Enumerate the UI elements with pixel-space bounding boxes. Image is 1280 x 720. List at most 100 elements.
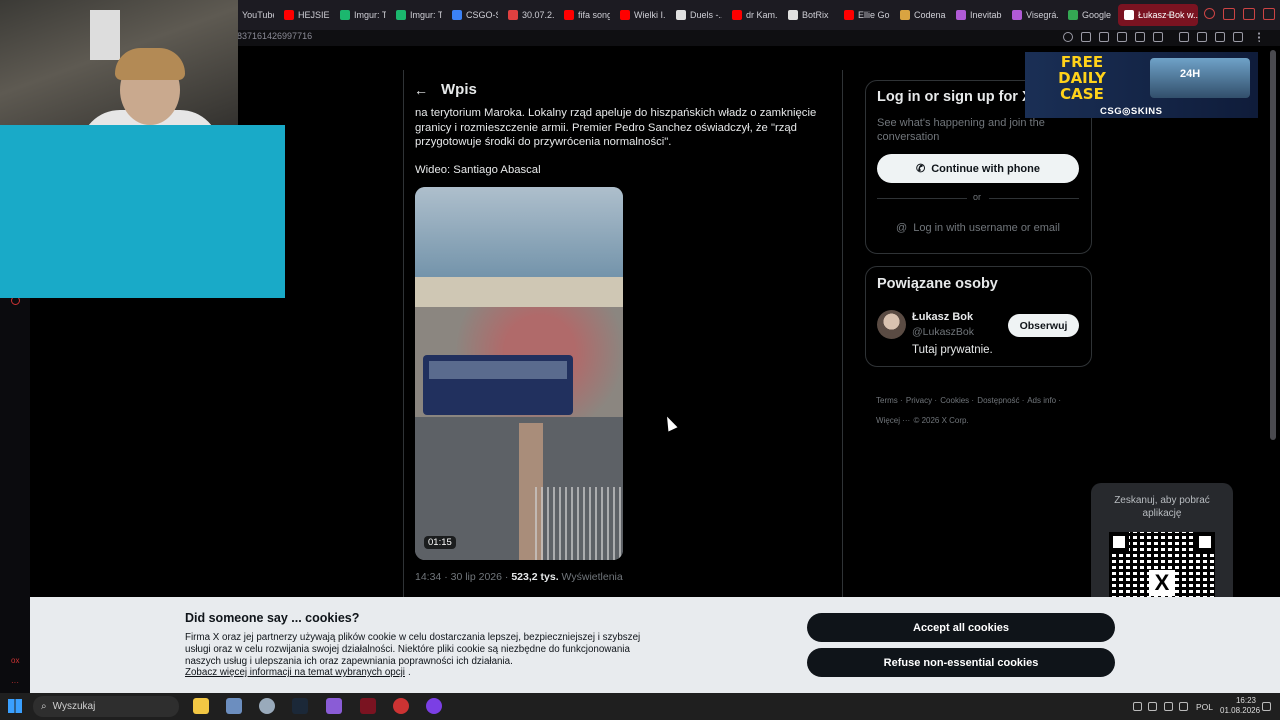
continue-with-phone-button[interactable]: ✆ Continue with phone bbox=[877, 154, 1079, 183]
post-timestamp[interactable]: 14:34 · 30 lip 2026 · bbox=[415, 571, 508, 583]
tab-favicon-icon bbox=[732, 10, 742, 20]
post-video[interactable] bbox=[415, 187, 623, 560]
tab-favicon-icon bbox=[956, 10, 966, 20]
footer-link-more[interactable]: Więcej ··· bbox=[876, 416, 910, 425]
phone-button-label: Continue with phone bbox=[931, 162, 1040, 175]
browser-tab[interactable]: Duels -... bbox=[670, 4, 722, 26]
footer-link-cookies[interactable]: Cookies · bbox=[940, 396, 974, 405]
display-icon[interactable] bbox=[1164, 702, 1173, 711]
browser-tab[interactable]: HEJSIE... bbox=[278, 4, 330, 26]
extensions-icon[interactable] bbox=[1179, 32, 1189, 42]
footer-links: Terms · Privacy · Cookies · Dostępność ·… bbox=[876, 391, 1091, 431]
taskbar-search[interactable]: ⌕ Wyszukaj bbox=[33, 696, 179, 717]
follow-button[interactable]: Obserwuj bbox=[1008, 314, 1079, 337]
ad-case-image: 24H bbox=[1150, 58, 1250, 98]
steam-icon[interactable] bbox=[292, 698, 308, 714]
ai-icon[interactable] bbox=[1233, 32, 1243, 42]
qr-text: Zeskanuj, aby pobrać aplikację bbox=[1114, 495, 1210, 519]
tab-favicon-icon bbox=[340, 10, 350, 20]
windows-start-icon[interactable] bbox=[8, 699, 22, 713]
browser-tab[interactable]: Codena... bbox=[894, 4, 946, 26]
footer-link-privacy[interactable]: Privacy · bbox=[906, 396, 937, 405]
network-icon[interactable] bbox=[1179, 702, 1188, 711]
tab-label: fifa song... bbox=[578, 10, 610, 20]
footer-link-terms[interactable]: Terms · bbox=[876, 396, 903, 405]
clock[interactable]: 16:23 01.08.2026 bbox=[1220, 696, 1260, 716]
tab-favicon-icon bbox=[508, 10, 518, 20]
footer-copyright: © 2026 X Corp. bbox=[913, 416, 969, 425]
browser-tab[interactable]: Ellie Go... bbox=[838, 4, 890, 26]
address-text[interactable]: 837161426997716 bbox=[237, 31, 312, 41]
tab-label: Wielki I... bbox=[634, 10, 666, 20]
more-icon[interactable]: ··· bbox=[11, 678, 19, 687]
settings-app-icon[interactable] bbox=[259, 698, 275, 714]
footer-link-ads[interactable]: Ads info · bbox=[1027, 396, 1061, 405]
avatar[interactable] bbox=[877, 310, 906, 339]
browser-tab[interactable]: fifa song... bbox=[558, 4, 610, 26]
tab-label: Imgur: T... bbox=[410, 10, 442, 20]
obs-icon[interactable] bbox=[393, 698, 409, 714]
browser-tab[interactable]: Wielki I... bbox=[614, 4, 666, 26]
browser-tab[interactable]: Google bbox=[1062, 4, 1114, 26]
language-indicator[interactable]: POL bbox=[1196, 702, 1213, 712]
app-icon-purple[interactable] bbox=[426, 698, 442, 714]
browser-tab[interactable]: CSGO-S... bbox=[446, 4, 498, 26]
shield-icon[interactable] bbox=[1117, 32, 1127, 42]
sidebar-x-icon[interactable]: ox bbox=[11, 656, 19, 665]
footer-link-accessibility[interactable]: Dostępność · bbox=[977, 396, 1024, 405]
microphone-icon[interactable] bbox=[1133, 702, 1142, 711]
arrow-left-icon[interactable]: ← bbox=[414, 82, 428, 98]
menu-icon[interactable] bbox=[1258, 32, 1268, 42]
page-scrollbar[interactable] bbox=[1270, 50, 1276, 440]
minimize-icon[interactable] bbox=[1223, 8, 1235, 20]
cookie-body: Firma X oraz jej partnerzy używają plikó… bbox=[185, 632, 641, 667]
browser-tab[interactable]: Imgur: T... bbox=[390, 4, 442, 26]
play-icon[interactable] bbox=[1135, 32, 1145, 42]
video-frame-fence bbox=[535, 487, 623, 560]
login-username-button[interactable]: @ Log in with username or email bbox=[877, 214, 1079, 242]
wallet-icon[interactable] bbox=[1197, 32, 1207, 42]
browser-taskbar-icon[interactable] bbox=[360, 698, 376, 714]
discord-icon[interactable] bbox=[326, 698, 342, 714]
video-frame-sea bbox=[415, 187, 623, 287]
notifications-icon[interactable] bbox=[1262, 702, 1271, 711]
tab-label: Google bbox=[1082, 10, 1112, 20]
new-tab-icon[interactable]: + bbox=[1166, 7, 1174, 22]
download-icon[interactable] bbox=[1215, 32, 1225, 42]
phone-icon: ✆ bbox=[916, 163, 926, 175]
cookie-title: Did someone say ... cookies? bbox=[185, 611, 360, 625]
tab-label: 30.07.2... bbox=[522, 10, 554, 20]
browser-tab[interactable]: Łukasz Bok w... bbox=[1118, 4, 1198, 26]
accept-cookies-button[interactable]: Accept all cookies bbox=[807, 613, 1115, 642]
browser-tab[interactable]: Inevitab... bbox=[950, 4, 1002, 26]
qr-corner bbox=[1195, 532, 1215, 552]
browser-tab[interactable]: BotRix bbox=[782, 4, 834, 26]
pin-icon[interactable] bbox=[1081, 32, 1091, 42]
close-icon[interactable] bbox=[1263, 8, 1275, 20]
tray-chevron-icon[interactable] bbox=[1117, 702, 1126, 711]
cookie-more-info-link[interactable]: Zobacz więcej informacji na temat wybran… bbox=[185, 667, 405, 678]
search-icon[interactable] bbox=[1204, 8, 1215, 19]
zoom-icon[interactable] bbox=[1063, 32, 1073, 42]
screenshot-icon[interactable] bbox=[1099, 32, 1109, 42]
tab-label: Codena... bbox=[914, 10, 946, 20]
browser-tab[interactable]: Visegrá... bbox=[1006, 4, 1058, 26]
refuse-cookies-button[interactable]: Refuse non-essential cookies bbox=[807, 648, 1115, 677]
tab-label: Duels -... bbox=[690, 10, 722, 20]
browser-tab[interactable]: Imgur: T... bbox=[334, 4, 386, 26]
tab-favicon-icon bbox=[284, 10, 294, 20]
person-handle[interactable]: @LukaszBok bbox=[912, 326, 974, 338]
app-icon[interactable] bbox=[226, 698, 242, 714]
volume-icon[interactable] bbox=[1148, 702, 1157, 711]
tab-label: HEJSIE... bbox=[298, 10, 330, 20]
video-duration-badge: 01:15 bbox=[424, 536, 456, 549]
heart-icon[interactable] bbox=[1153, 32, 1163, 42]
tab-favicon-icon bbox=[452, 10, 462, 20]
file-explorer-icon[interactable] bbox=[193, 698, 209, 714]
restore-icon[interactable] bbox=[1243, 8, 1255, 20]
tab-label: Imgur: T... bbox=[354, 10, 386, 20]
person-name[interactable]: Łukasz Bok bbox=[912, 311, 973, 323]
browser-tab[interactable]: dr Kam... bbox=[726, 4, 778, 26]
webcam-poster bbox=[90, 10, 120, 60]
browser-tab[interactable]: 30.07.2... bbox=[502, 4, 554, 26]
